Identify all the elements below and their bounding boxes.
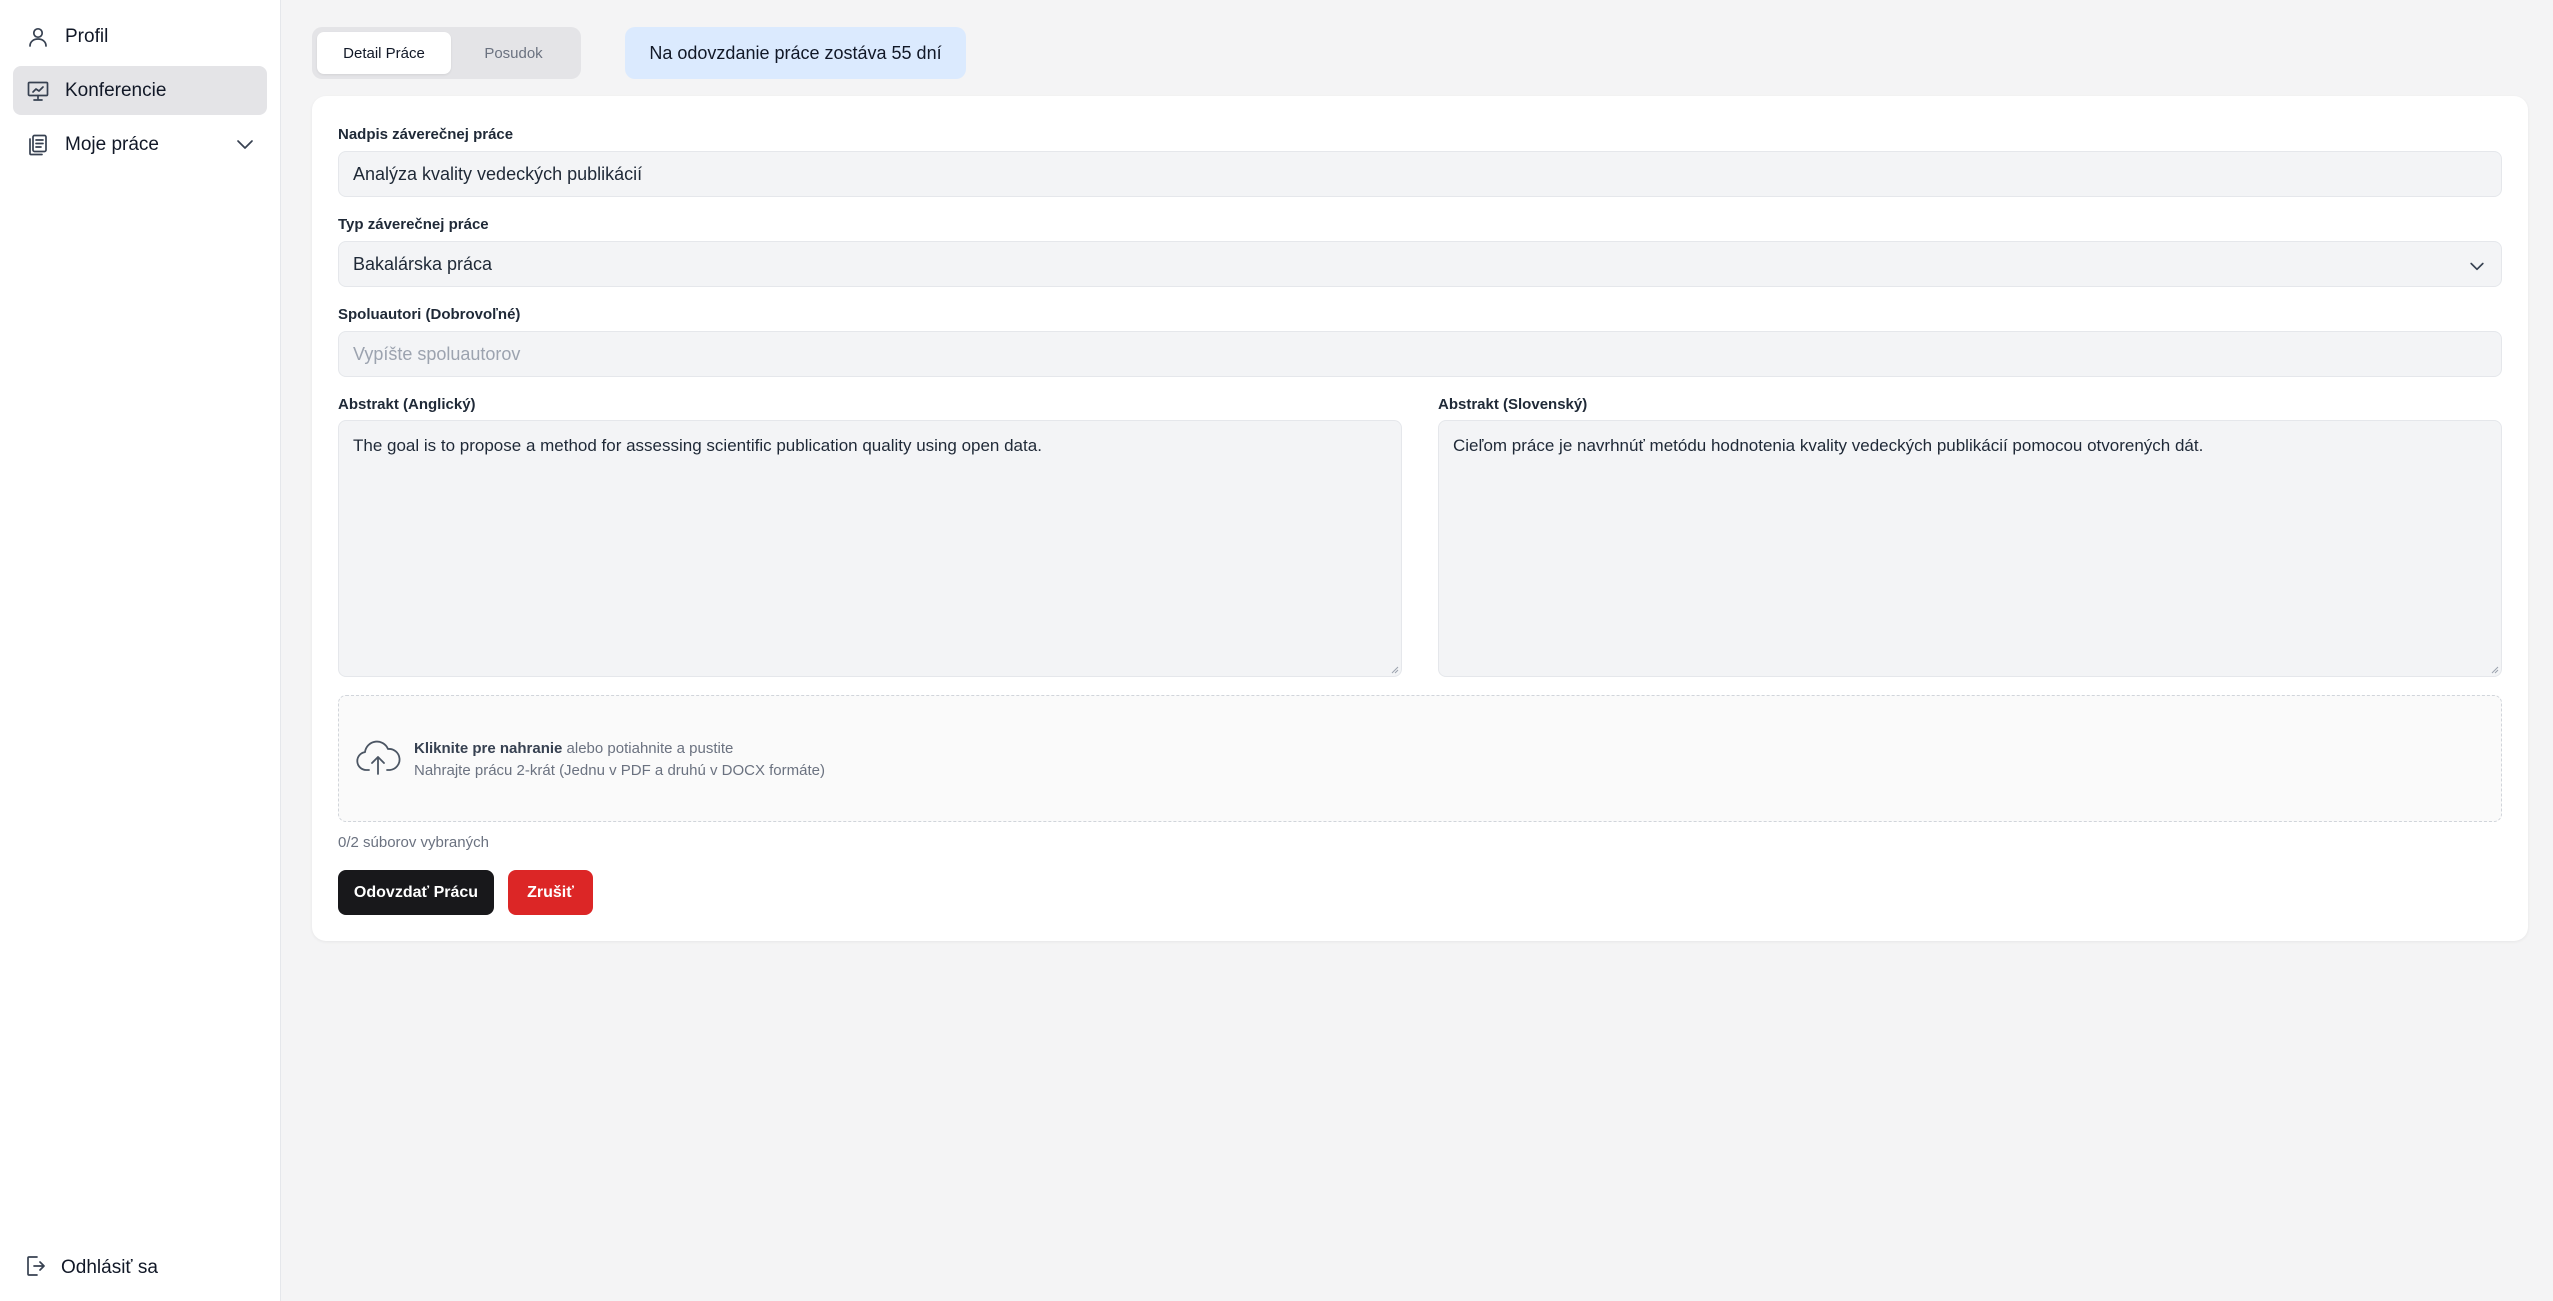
cancel-button[interactable]: Zrušiť	[508, 870, 593, 915]
type-select-value: Bakalárska práca	[353, 253, 493, 274]
coauthors-input[interactable]: Vypíšte spoluautorov	[338, 331, 2502, 377]
tab-list: Detail Práce Posudok	[312, 27, 581, 79]
abstract-sk-textarea[interactable]: Cieľom práce je navrhnúť metódu hodnoten…	[1438, 420, 2502, 677]
title-input[interactable]: Analýza kvality vedeckých publikácií	[338, 151, 2502, 197]
sidebar-item-profil[interactable]: Profil	[13, 12, 267, 61]
upload-instruction: Kliknite pre nahranie alebo potiahnite a…	[414, 740, 733, 757]
upload-click-text: Kliknite pre nahranie	[414, 740, 563, 757]
files-count: 0/2 súborov vybraných	[338, 834, 489, 851]
sidebar-item-moje-prace[interactable]: Moje práce	[13, 120, 267, 169]
sidebar-item-label: Konferencie	[65, 79, 167, 101]
sidebar-item-label: Profil	[65, 25, 109, 47]
chevron-down-icon[interactable]	[233, 132, 257, 156]
abstract-sk-text: Cieľom práce je navrhnúť metódu hodnoten…	[1453, 436, 2204, 455]
abstract-en-text: The goal is to propose a method for asse…	[353, 436, 1042, 455]
sidebar-item-label: Moje práce	[65, 133, 159, 155]
deadline-banner: Na odovzdanie práce zostáva 55 dní	[625, 27, 966, 79]
abstract-en-textarea[interactable]: The goal is to propose a method for asse…	[338, 420, 1402, 677]
abstract-sk-label: Abstrakt (Slovenský)	[1438, 396, 1588, 413]
tab-detail-prace[interactable]: Detail Práce	[317, 32, 451, 74]
tab-posudok[interactable]: Posudok	[451, 32, 576, 74]
type-select[interactable]: Bakalárska práca	[338, 241, 2502, 287]
submission-form-card: Nadpis záverečnej práce Analýza kvality …	[312, 96, 2528, 941]
cloud-upload-icon	[355, 737, 401, 777]
title-label: Nadpis záverečnej práce	[338, 126, 514, 143]
coauthors-label: Spoluautori (Dobrovoľné)	[338, 306, 521, 323]
submit-button[interactable]: Odovzdať Prácu	[338, 870, 494, 915]
resize-handle-icon[interactable]	[2489, 664, 2499, 674]
user-icon	[25, 24, 51, 50]
chevron-down-icon	[2467, 256, 2487, 276]
documents-icon	[25, 132, 51, 158]
logout-button[interactable]: Odhlásiť sa	[23, 1253, 158, 1283]
type-label: Typ záverečnej práce	[338, 216, 489, 233]
logout-icon	[23, 1254, 47, 1283]
abstract-en-label: Abstrakt (Anglický)	[338, 396, 476, 413]
upload-drag-text: alebo potiahnite a pustite	[562, 740, 734, 757]
presentation-icon	[25, 78, 51, 104]
upload-hint: Nahrajte prácu 2-krát (Jednu v PDF a dru…	[414, 762, 825, 779]
file-upload-dropzone[interactable]: Kliknite pre nahranie alebo potiahnite a…	[338, 695, 2502, 822]
sidebar-item-konferencie[interactable]: Konferencie	[13, 66, 267, 115]
resize-handle-icon[interactable]	[1389, 664, 1399, 674]
logout-label: Odhlásiť sa	[61, 1257, 158, 1278]
sidebar: Profil Konferencie Moje práce Odhlásiť s…	[0, 0, 281, 1301]
